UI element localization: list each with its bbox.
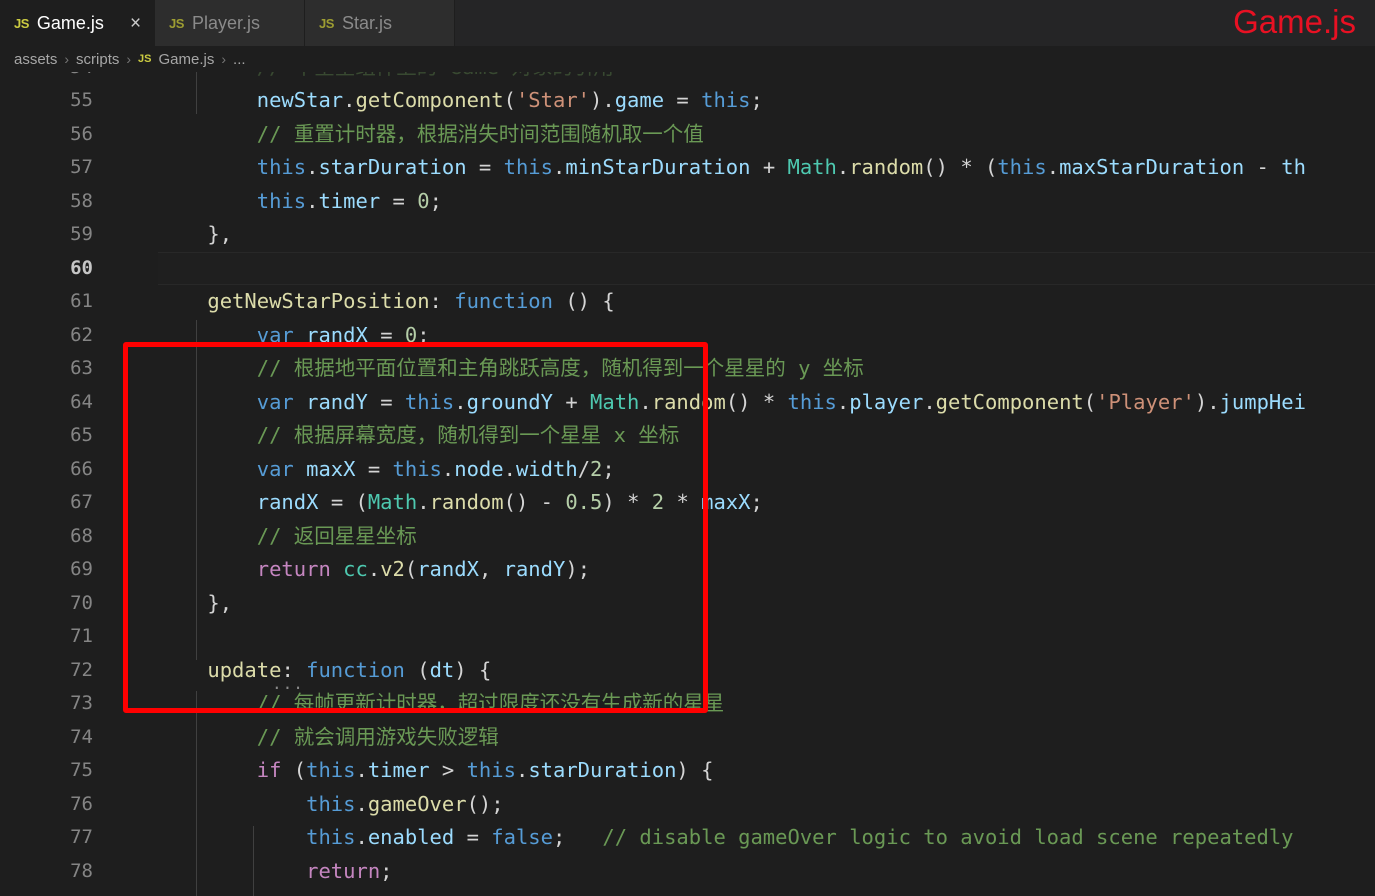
line-number: 71 <box>70 625 93 647</box>
watermark-label: Game.js <box>1233 3 1356 40</box>
code-line-text: // 根据屏幕宽度，随机得到一个星星 x 坐标 <box>256 423 680 447</box>
line-number-gutter: 5455565758596061626364656667686970717273… <box>0 66 106 896</box>
code-line-text: this.starDuration = this.minStarDuration… <box>256 155 1306 179</box>
code-line[interactable]: // 重置计时器，根据消失时间范围随机取一个值 <box>0 118 1375 152</box>
code-line[interactable]: return; <box>0 855 1375 889</box>
breadcrumb-item-more[interactable]: ... <box>233 51 246 68</box>
code-editor[interactable]: // 中星星组件上的 Game 对象的引用 newStar.getCompone… <box>0 66 1375 896</box>
chevron-right-icon: › <box>64 51 70 67</box>
code-line[interactable]: this.gameOver(); <box>0 788 1375 822</box>
code-line[interactable]: this.enabled = false; // disable gameOve… <box>0 821 1375 855</box>
js-file-icon: JS <box>14 15 29 31</box>
line-number: 60 <box>70 256 93 279</box>
code-line-text: // 重置计时器，根据消失时间范围随机取一个值 <box>256 121 704 146</box>
line-number: 76 <box>70 792 93 815</box>
indent-guide <box>196 66 197 114</box>
line-number: 73 <box>70 692 93 714</box>
line-number: 59 <box>70 223 93 245</box>
indent-guide <box>196 320 197 660</box>
tab-label: Player.js <box>191 12 260 33</box>
line-number: 61 <box>70 290 93 312</box>
js-file-icon: JS <box>319 15 334 31</box>
code-line-text: return; <box>306 858 393 883</box>
indent-guide <box>196 691 197 896</box>
code-line-text: // 每帧更新计时器，超过限度还没有生成新的星星 <box>256 691 725 715</box>
code-line[interactable]: // 每帧更新计时器，超过限度还没有生成新的星星 <box>0 687 1375 721</box>
code-line-text: newStar.getComponent('Star').game = this… <box>256 88 763 112</box>
line-number: 77 <box>70 826 93 848</box>
chevron-right-icon: › <box>126 51 132 67</box>
code-line[interactable] <box>0 620 1375 654</box>
code-line-text: update: function (dt) { <box>207 657 492 682</box>
line-number: 70 <box>70 591 93 614</box>
code-line-text: return cc.v2(randX, randY); <box>256 557 591 581</box>
code-line-text: this.timer = 0; <box>256 188 442 213</box>
code-line[interactable]: // 就会调用游戏失败逻辑 <box>0 721 1375 755</box>
code-line[interactable]: }, <box>0 587 1375 621</box>
code-line-text: getNewStarPosition: function () { <box>207 289 615 313</box>
code-line-text: // 根据地平面位置和主角跳跃高度，随机得到一个星星的 y 坐标 <box>256 356 864 380</box>
code-line[interactable]: // 返回星星坐标 <box>0 520 1375 554</box>
close-icon[interactable]: × <box>112 14 141 33</box>
chevron-right-icon: › <box>221 51 227 67</box>
js-file-icon: JS <box>138 53 152 65</box>
code-line[interactable]: }, <box>0 218 1375 252</box>
tab-label: Star.js <box>341 12 392 33</box>
code-line[interactable]: return cc.v2(randX, randY); <box>0 553 1375 587</box>
line-number: 67 <box>70 491 93 513</box>
code-line-text: // 就会调用游戏失败逻辑 <box>256 724 499 749</box>
line-number: 75 <box>70 759 93 781</box>
code-line[interactable]: var maxX = this.node.width/2; <box>0 453 1375 487</box>
breadcrumb-item-game-js[interactable]: Game.js <box>159 51 215 68</box>
line-number: 69 <box>70 558 93 580</box>
code-line[interactable]: update: function (dt) { <box>0 654 1375 688</box>
code-line-text: var maxX = this.node.width/2; <box>256 456 615 481</box>
line-number: 65 <box>70 424 93 446</box>
line-number: 74 <box>70 725 93 748</box>
breadcrumb-item-scripts[interactable]: scripts <box>76 51 119 68</box>
code-lines-container: // 中星星组件上的 Game 对象的引用 newStar.getCompone… <box>0 66 1375 896</box>
line-number: 66 <box>70 457 93 480</box>
indent-guide <box>253 826 254 896</box>
breadcrumb-item-assets[interactable]: assets <box>14 51 57 68</box>
code-line[interactable]: randX = (Math.random() - 0.5) * 2 * maxX… <box>0 486 1375 520</box>
tab-label: Game.js <box>36 12 104 33</box>
line-number: 63 <box>70 357 93 379</box>
code-line-text: var randX = 0; <box>256 322 430 347</box>
code-line-text: }, <box>207 222 233 246</box>
code-line[interactable]: // 根据屏幕宽度，随机得到一个星星 x 坐标 <box>0 419 1375 453</box>
code-line[interactable]: this.timer = 0; <box>0 185 1375 219</box>
line-number: 57 <box>70 156 93 178</box>
line-number: 64 <box>70 390 93 413</box>
js-file-icon: JS <box>169 15 184 31</box>
code-line-text: var randY = this.groundY + Math.random()… <box>256 389 1306 414</box>
code-line-text: this.gameOver(); <box>306 791 504 816</box>
editor-tab-bar: JS Game.js × JS Player.js JS Star.js Gam… <box>0 0 1375 46</box>
code-line[interactable]: if (this.timer > this.starDuration) { <box>0 754 1375 788</box>
tab-star-js[interactable]: JS Star.js <box>305 0 456 46</box>
tab-player-js[interactable]: JS Player.js <box>155 0 306 46</box>
code-line[interactable] <box>0 251 1375 285</box>
line-number: 62 <box>70 323 93 346</box>
code-line[interactable]: var randY = this.groundY + Math.random()… <box>0 386 1375 420</box>
code-line-text: if (this.timer > this.starDuration) { <box>256 758 714 782</box>
breadcrumb: assets › scripts › JS Game.js › ... <box>0 46 1375 72</box>
line-number: 68 <box>70 524 93 547</box>
gutter-spacer <box>106 66 158 896</box>
code-line[interactable]: getNewStarPosition: function () { <box>0 285 1375 319</box>
code-line[interactable]: var randX = 0; <box>0 319 1375 353</box>
tab-game-js[interactable]: JS Game.js × <box>0 0 156 46</box>
line-number: 72 <box>70 658 93 681</box>
line-number: 56 <box>70 122 93 145</box>
code-line[interactable]: this.starDuration = this.minStarDuration… <box>0 151 1375 185</box>
code-line[interactable]: newStar.getComponent('Star').game = this… <box>0 84 1375 118</box>
code-line-text: randX = (Math.random() - 0.5) * 2 * maxX… <box>256 490 763 514</box>
line-number: 58 <box>70 189 93 212</box>
code-line[interactable]: // 根据地平面位置和主角跳跃高度，随机得到一个星星的 y 坐标 <box>0 352 1375 386</box>
line-number: 55 <box>70 89 93 111</box>
line-number: 78 <box>70 859 93 882</box>
code-line-text: this.enabled = false; // disable gameOve… <box>306 825 1294 849</box>
